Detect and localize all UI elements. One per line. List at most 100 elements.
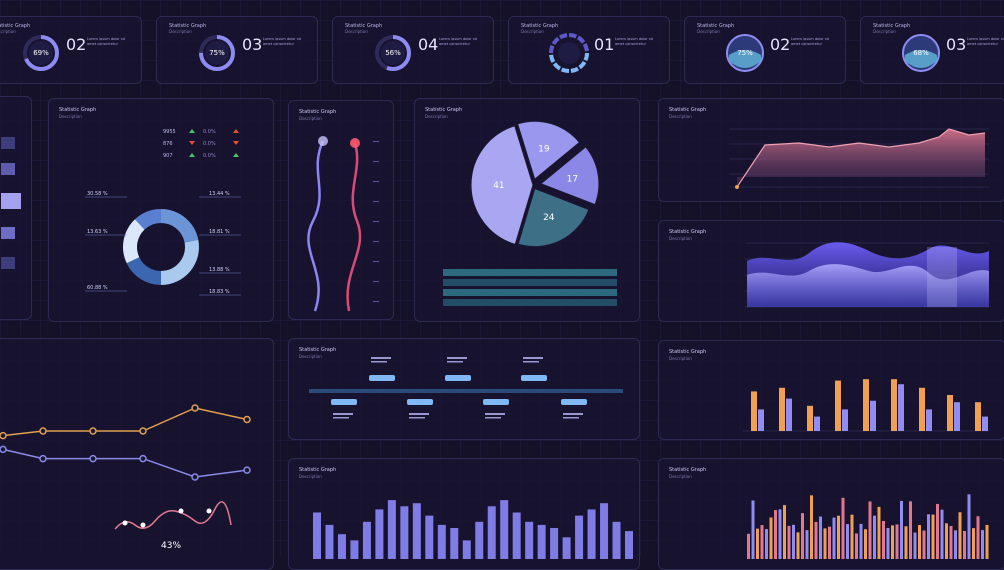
bar (600, 503, 609, 559)
bar-orange (947, 395, 953, 431)
bar (512, 512, 521, 559)
table-row (443, 299, 617, 306)
line-point (191, 473, 199, 481)
bar (985, 524, 989, 559)
bar (909, 501, 912, 559)
bar-blue (786, 398, 792, 431)
bar (832, 517, 836, 559)
bar (814, 521, 818, 559)
bar (362, 521, 371, 559)
bar-orange (891, 379, 897, 431)
table-row (443, 269, 617, 276)
pie-label: 24 (543, 213, 555, 223)
bar-blue (954, 402, 960, 431)
bar (949, 525, 953, 559)
wave-area-panel: Statistic Graph Description (658, 220, 1004, 322)
line-point (39, 427, 47, 435)
legend-name: 876 (163, 141, 173, 147)
legend-name: 9955 (163, 129, 176, 135)
kpi-subtitle: Description (697, 29, 720, 34)
donut-panel: Statistic Graph Description 30.58 % 13.63… (48, 98, 274, 322)
kpi-description: Lorem ipsum dolor sit amet consectetur (967, 37, 1004, 46)
bar (500, 500, 509, 559)
bar-orange (863, 379, 869, 431)
kpi-card: Statistic Graph Description 04 Lorem ipsum … (332, 16, 494, 84)
kpi-percent: 68% (913, 49, 929, 57)
line-point (243, 415, 251, 424)
bar-blue (982, 416, 988, 431)
kpi-description: Lorem ipsum dolor sit amet consectetur (791, 37, 830, 46)
pie-panel: Statistic Graph Description 19 17 24 41 (414, 98, 640, 322)
bar (550, 528, 559, 559)
donut-label: 18.81 % (209, 229, 230, 235)
bar (751, 500, 755, 559)
bar (877, 506, 881, 559)
line-point (139, 454, 147, 463)
bar-chart-panel: Statistic Graph Description (288, 458, 640, 570)
bar (895, 524, 899, 559)
bar (819, 516, 822, 559)
area-chart (729, 128, 989, 189)
kpi-card: Statistic Graph Description 01 Lorem ipsum … (508, 16, 670, 84)
bar (931, 514, 935, 559)
donut-label: 13.44 % (209, 191, 230, 197)
kpi-subtitle: Description (0, 29, 16, 34)
bar-blue (870, 400, 876, 431)
bar (412, 503, 421, 559)
bar (963, 530, 966, 559)
kpi-card: Statistic GraphDescription02Lorem ipsum … (684, 16, 846, 84)
kpi-percent: 69% (33, 49, 49, 57)
kpi-description: Lorem ipsum dolor sit amet consectetur (263, 37, 302, 46)
bar (810, 495, 813, 559)
kpi-description: Lorem ipsum dolor sit amet consectetur (615, 37, 654, 46)
kpi-number: 03 (242, 35, 263, 54)
bar (900, 500, 903, 559)
vertical-wave-chart (307, 136, 379, 312)
pie-label: 17 (567, 175, 578, 185)
dense-bar-chart (747, 494, 989, 559)
kpi-subtitle: Description (169, 29, 192, 34)
bar-orange (975, 402, 981, 431)
bar (886, 527, 890, 559)
kpi-number: 01 (594, 35, 615, 54)
bar (537, 524, 546, 559)
bar (313, 512, 321, 559)
bar (922, 530, 926, 559)
bar-blue (842, 409, 848, 431)
legend-value: 0.0% (203, 141, 216, 147)
bar (769, 517, 773, 559)
bar (756, 528, 759, 559)
wave-area-chart (745, 242, 989, 308)
bar (958, 512, 962, 559)
bar (981, 530, 984, 559)
line-point (39, 454, 47, 463)
bar (828, 526, 831, 559)
bar (972, 528, 975, 559)
kpi-percent: 75% (209, 49, 225, 57)
single-bar-chart (313, 500, 633, 559)
legend-name: 907 (163, 153, 173, 159)
kpi-number: 04 (418, 35, 439, 54)
bar (805, 530, 809, 559)
kpi-subtitle: Description (873, 29, 896, 34)
bar (864, 529, 867, 559)
line-chart (0, 404, 251, 530)
bar (936, 503, 939, 559)
bar-blue (758, 409, 764, 431)
bar (387, 500, 396, 559)
kpi-number: 03 (946, 35, 967, 54)
bar (625, 531, 633, 559)
bar (945, 523, 948, 559)
bar-orange (779, 387, 785, 431)
bar (400, 506, 409, 559)
donut-label: 30.58 % (87, 191, 108, 197)
pie-label: 41 (493, 181, 504, 191)
legend-value: 0.0% (203, 153, 216, 159)
line-point (0, 445, 7, 454)
kpi-ring: 56% (375, 35, 411, 71)
table-row (443, 289, 617, 296)
bar (976, 516, 980, 559)
line-series (2, 448, 248, 478)
kpi-card: Statistic GraphDescription02Lorem ipsum … (0, 16, 142, 84)
bar (325, 524, 334, 559)
